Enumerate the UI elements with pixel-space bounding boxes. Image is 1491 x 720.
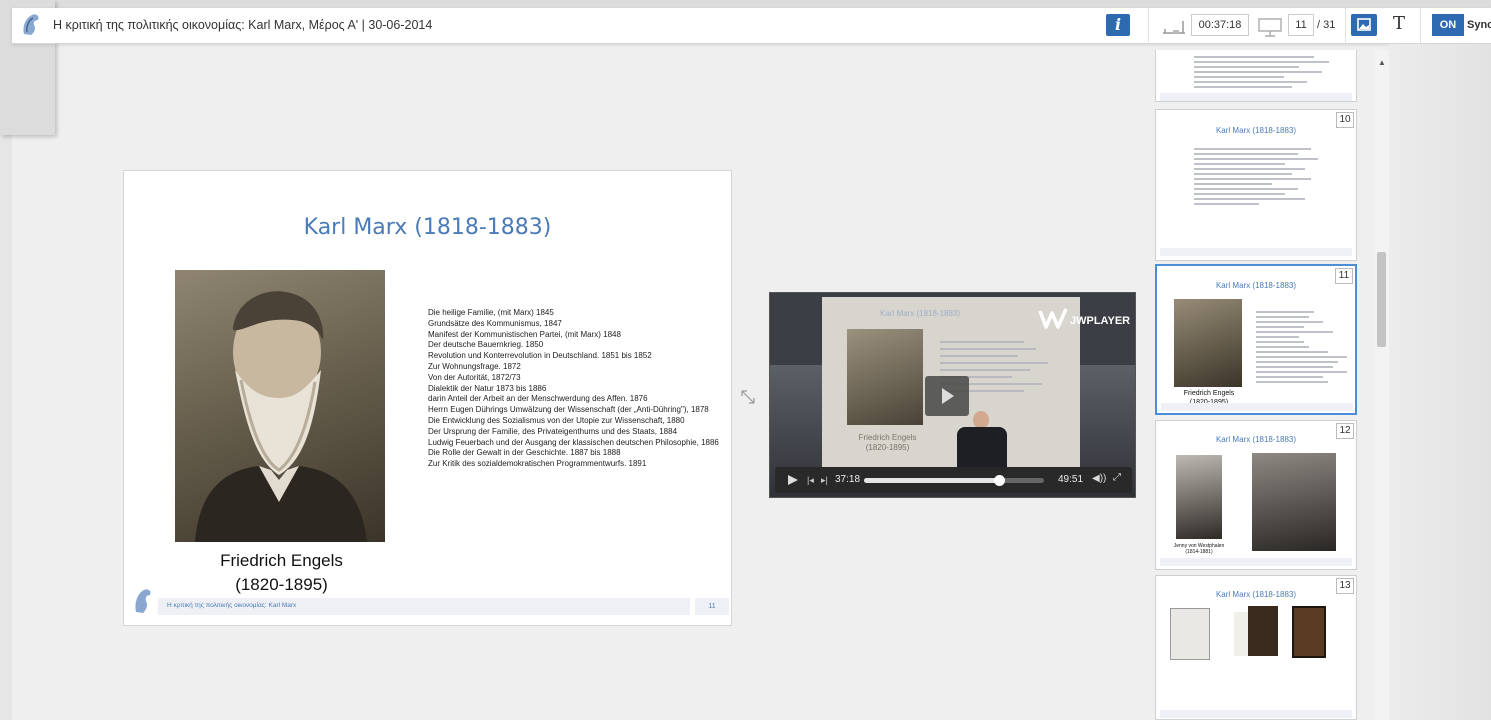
play-icon[interactable]: [787, 474, 799, 486]
play-icon: [942, 388, 954, 404]
slide-title: Karl Marx (1818-1883): [303, 215, 552, 240]
thumbnail-footer: [1160, 558, 1352, 566]
thumbnail-portrait: [1176, 455, 1222, 539]
thumbnail-footer: [1160, 710, 1352, 718]
slide-thumbnail-12[interactable]: 12 Karl Marx (1818-1883) Jenny von Westp…: [1155, 420, 1357, 570]
works-list-item: darin Anteil der Arbeit an der Menschwer…: [428, 394, 648, 404]
works-list-item: Die heilige Familie, (mit Marx) 1845: [428, 308, 554, 317]
fullscreen-icon[interactable]: ⤢: [1113, 472, 1121, 483]
seek-bar[interactable]: [864, 475, 1044, 486]
text-mode-button[interactable]: T: [1389, 12, 1409, 36]
thumbnail-group-photo: [1252, 453, 1336, 551]
works-list: Die heilige Familie, (mit Marx) 1845 Gru…: [428, 308, 733, 470]
current-time: 37:18: [835, 474, 861, 485]
toolbar-divider: [1345, 8, 1346, 44]
thumbnail-newspaper: [1170, 608, 1210, 660]
thumbnail-text: [1194, 56, 1344, 91]
works-list-item: Der Ursprung der Familie, des Privateige…: [428, 426, 678, 436]
jwplayer-brand: JWPLAYER: [1070, 315, 1131, 327]
next-icon[interactable]: ▸|: [821, 475, 828, 486]
thumbnail-caption-line: (1814-1881): [1185, 549, 1213, 555]
thumbnail-footer: [1161, 403, 1353, 411]
works-list-item: Zur Wohnungsfrage. 1872: [428, 361, 521, 371]
right-background: [1389, 44, 1491, 720]
thumbnail-caption-line: Friedrich Engels: [1183, 390, 1235, 397]
thumbnail-caption: Jenny von Westphalen (1814-1881): [1164, 543, 1234, 555]
works-list-item: Grundsätze des Kommunismus, 1847: [428, 318, 562, 328]
video-caption-line: Friedrich Engels: [858, 433, 917, 442]
timer-display: 00:37:18: [1191, 14, 1249, 36]
image-icon: [1357, 18, 1371, 31]
engels-portrait: [175, 270, 385, 542]
thumbnail-title: Karl Marx (1818-1883): [1215, 590, 1297, 599]
total-pages: / 31: [1317, 19, 1336, 31]
toolbar-divider: [1420, 8, 1421, 44]
thumbnail-title: Karl Marx (1818-1883): [1215, 126, 1297, 135]
thumbnail-book-cover: [1248, 606, 1278, 656]
window-top-strip: [0, 0, 1491, 8]
image-mode-button[interactable]: [1351, 14, 1377, 36]
sync-on-toggle[interactable]: ON: [1432, 14, 1464, 36]
lecture-title: Η κριτική της πολιτικής οικονομίας: Karl…: [53, 18, 433, 32]
toolbar-divider: [1148, 8, 1149, 44]
seek-knob[interactable]: [993, 475, 1005, 486]
slide-screen-icon: [1258, 18, 1282, 37]
volume-icon[interactable]: ◀)): [1092, 473, 1106, 484]
portrait-caption-years: (1820-1895): [235, 575, 328, 594]
thumbnail-title: Karl Marx (1818-1883): [1215, 435, 1297, 444]
works-list-item: Manifest der Kommunistischen Partei, (mi…: [428, 329, 621, 339]
works-list-item: Revolution und Konterrevolution in Deuts…: [428, 351, 652, 361]
scrollbar-thumb[interactable]: [1377, 252, 1386, 347]
thumbnail-scrollbar[interactable]: [1375, 50, 1389, 720]
thumbnail-footer: [1160, 93, 1352, 101]
thumbnail-text: [1194, 148, 1324, 208]
slide-thumbnail-11[interactable]: 11 Karl Marx (1818-1883) Friedrich Engel…: [1155, 264, 1357, 415]
portrait-image: [195, 291, 367, 542]
video-timer-icon: [1163, 21, 1185, 34]
works-list-item: Dialektik der Natur 1873 bis 1886: [428, 383, 547, 393]
slide-logo-icon: [135, 589, 151, 613]
lecturer-body: [957, 427, 1007, 471]
expand-icon[interactable]: [740, 389, 756, 405]
slide-thumbnail-13[interactable]: 13 Karl Marx (1818-1883): [1155, 575, 1357, 720]
top-toolbar: Η κριτική της πολιτικής οικονομίας: Karl…: [12, 8, 1491, 44]
thumbnail-footer: [1160, 248, 1352, 256]
seek-bar-progress: [864, 478, 999, 483]
video-caption-line: (1820-1895): [865, 443, 910, 452]
sync-label: Sync: [1467, 19, 1491, 31]
main-slide: Karl Marx (1818-1883) Friedrich Engels (…: [123, 170, 732, 626]
works-list-item: Von der Autorität, 1872/73: [428, 372, 521, 382]
scroll-up-icon[interactable]: ▲: [1378, 58, 1386, 67]
works-list-item: Der deutsche Bauernkrieg. 1850: [428, 340, 544, 350]
slide-thumbnail-9[interactable]: [1155, 50, 1357, 102]
jwplayer-logo-icon: [1038, 308, 1068, 329]
works-list-item: Herrn Eugen Dührings Umwälzung der Wisse…: [428, 405, 709, 415]
thumbnail-title: Karl Marx (1818-1883): [1215, 281, 1297, 290]
current-page-input[interactable]: 11: [1288, 14, 1314, 36]
works-list-item: Zur Kritik des sozialdemokratischen Prog…: [428, 459, 647, 469]
works-list-item: Ludwig Feuerbach und der Ausgang der kla…: [428, 437, 719, 447]
works-list-item: Die Rolle der Gewalt in der Geschichte. …: [428, 448, 621, 458]
thumbnail-text: [1256, 311, 1352, 386]
video-slide-portrait: [847, 329, 923, 425]
slide-thumbnail-10[interactable]: 10 Karl Marx (1818-1883): [1155, 109, 1357, 261]
thumbnail-portrait: [1174, 299, 1242, 387]
video-player[interactable]: Karl Marx (1818-1883) Friedrich Engels (…: [769, 292, 1136, 498]
university-logo-icon: [23, 14, 39, 36]
slide-footer-number: 11: [695, 598, 729, 615]
video-slide-caption: Friedrich Engels (1820-1895): [840, 433, 935, 453]
center-play-button[interactable]: [925, 376, 969, 416]
slide-footer-text: Η κριτική της πολιτικής οικονομίας: Karl…: [167, 602, 297, 609]
duration: 49:51: [1058, 474, 1084, 485]
video-slide-title: Karl Marx (1818-1883): [880, 309, 961, 318]
portrait-caption-name: Friedrich Engels: [220, 551, 343, 570]
thumbnail-book-cover: [1292, 606, 1326, 658]
works-list-item: Die Entwicklung des Sozialismus von der …: [428, 415, 685, 425]
previous-icon[interactable]: |◂: [807, 475, 814, 486]
video-controls: |◂ ▸| 37:18 49:51 ◀)) ⤢: [775, 467, 1132, 493]
info-button[interactable]: i: [1106, 14, 1130, 36]
